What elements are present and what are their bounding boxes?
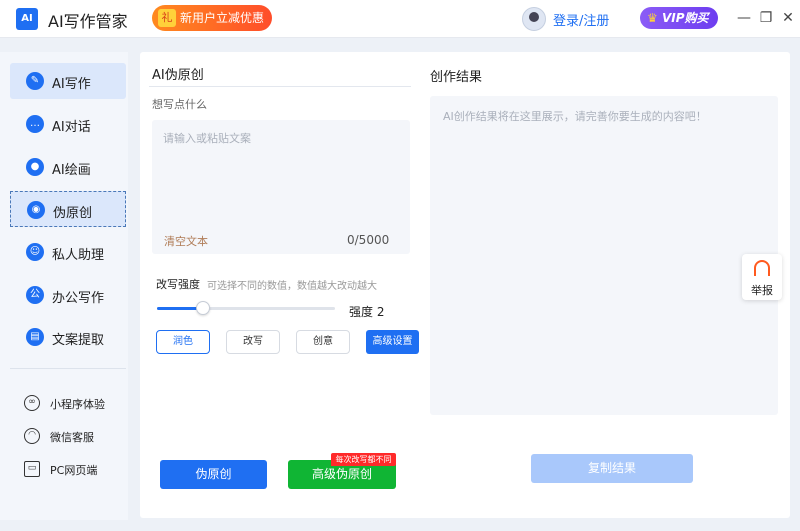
vip-purchase-button[interactable]: ♛ VIP购买 — [640, 7, 718, 29]
wechat-service-icon: ◠ — [24, 428, 40, 444]
advanced-tag-badge: 每次改写都不同 — [331, 453, 396, 466]
sidebar-item-pseudo-original[interactable]: ◉ 伪原创 — [10, 191, 126, 227]
sidebar-item-label: 私人助理 — [52, 248, 105, 263]
sidebar-item-label: 文案提取 — [52, 333, 105, 348]
sidebar-bottom-label: 小程序体验 — [50, 398, 105, 411]
promo-button[interactable]: 礼 新用户立减优惠 — [152, 5, 272, 31]
vip-label: VIP购买 — [662, 11, 709, 25]
pc-web-icon: ▭ — [24, 461, 40, 477]
sidebar-item-text-extract[interactable]: ▤ 文案提取 — [10, 319, 126, 355]
sidebar-item-label: 伪原创 — [53, 206, 93, 221]
login-link[interactable]: 登录/注册 — [553, 10, 609, 29]
sidebar-item-label: AI对话 — [52, 120, 91, 135]
pen-icon: ✎ — [26, 72, 44, 90]
assistant-icon: ☺ — [26, 243, 44, 261]
sidebar-item-ai-writing[interactable]: ✎ AI写作 — [10, 63, 126, 99]
sidebar-item-assistant[interactable]: ☺ 私人助理 — [10, 234, 126, 270]
avatar[interactable] — [522, 7, 546, 31]
sidebar-divider — [10, 368, 126, 369]
strength-tip: 可选择不同的数值，数值越大改动越大 — [207, 281, 377, 292]
extract-icon: ▤ — [26, 328, 44, 346]
minimize-button[interactable]: — — [735, 8, 753, 28]
sidebar-item-office-writing[interactable]: 公 办公写作 — [10, 277, 126, 313]
maximize-button[interactable]: ❐ — [757, 8, 775, 28]
copy-result-button[interactable]: 复制结果 — [531, 454, 693, 483]
sidebar-item-label: 办公写作 — [52, 291, 105, 306]
sidebar-pc-web[interactable]: ▭ PC网页端 — [22, 459, 122, 481]
alarm-icon — [754, 260, 770, 276]
sidebar-mini-program[interactable]: ∞ 小程序体验 — [22, 393, 122, 415]
strength-slider[interactable] — [157, 301, 335, 315]
mode-creative-button[interactable]: 创意 — [296, 330, 350, 354]
result-placeholder: AI创作结果将在这里展示，请完善你要生成的内容吧！ — [443, 110, 707, 123]
sidebar-item-ai-drawing[interactable]: ● AI绘画 — [10, 149, 126, 185]
sidebar-wechat-service[interactable]: ◠ 微信客服 — [22, 426, 122, 448]
location-pin-icon: ◉ — [27, 201, 45, 219]
strength-label: 改写强度 — [156, 278, 200, 291]
sidebar-item-label: AI写作 — [52, 77, 91, 92]
input-hint: 想写点什么 — [152, 98, 207, 111]
promo-label: 新用户立减优惠 — [180, 11, 265, 25]
report-button[interactable]: 举报 — [742, 254, 782, 300]
app-title: AI写作管家 — [48, 12, 128, 31]
sidebar-item-label: AI绘画 — [52, 163, 91, 178]
strength-value: 强度 2 — [349, 305, 385, 319]
left-panel-title: AI伪原创 — [152, 68, 204, 83]
sidebar-item-ai-chat[interactable]: … AI对话 — [10, 106, 126, 142]
result-area — [430, 96, 778, 415]
mode-polish-button[interactable]: 润色 — [156, 330, 210, 354]
gift-icon: 礼 — [158, 9, 176, 27]
crown-icon: ♛ — [647, 11, 658, 25]
clear-text-button[interactable]: 清空文本 — [164, 233, 208, 249]
close-button[interactable]: ✕ — [779, 8, 797, 28]
mode-rewrite-button[interactable]: 改写 — [226, 330, 280, 354]
office-icon: 公 — [26, 286, 44, 304]
mini-program-icon: ∞ — [24, 395, 40, 411]
advanced-settings-button[interactable]: 高级设置 — [366, 330, 419, 354]
report-label: 举报 — [751, 284, 773, 297]
sidebar-bottom-label: PC网页端 — [50, 464, 98, 477]
pseudo-original-button[interactable]: 伪原创 — [160, 460, 267, 489]
chat-icon: … — [26, 115, 44, 133]
char-counter: 0/5000 — [347, 233, 390, 247]
right-panel-title: 创作结果 — [430, 70, 483, 85]
title-underline — [149, 86, 411, 87]
palette-icon: ● — [26, 158, 44, 176]
content-input[interactable] — [152, 120, 410, 220]
app-logo: AI — [16, 8, 38, 30]
title-bar: AI AI写作管家 礼 新用户立减优惠 登录/注册 ♛ VIP购买 — ❐ ✕ — [0, 0, 800, 38]
sidebar-bottom-label: 微信客服 — [50, 431, 94, 444]
